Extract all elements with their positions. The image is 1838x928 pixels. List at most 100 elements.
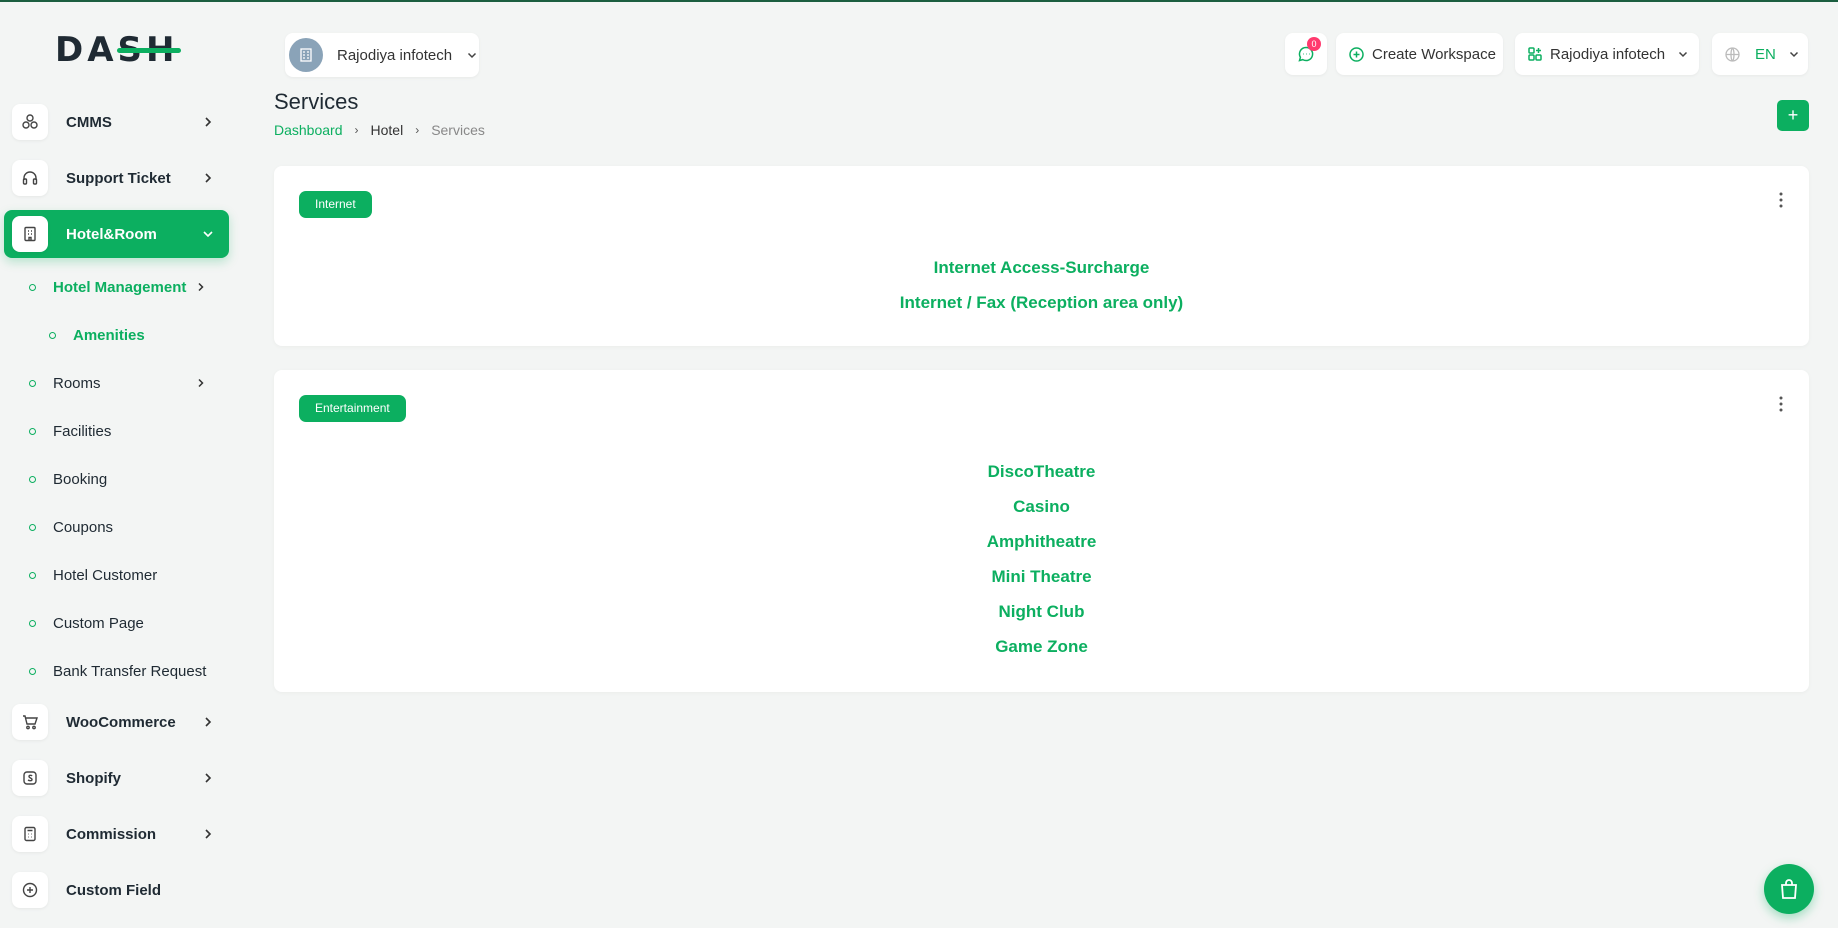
messages-button[interactable]: 0 <box>1285 33 1327 75</box>
chevron-right-icon <box>205 117 212 127</box>
plus-circle-icon <box>1349 46 1364 62</box>
more-options-icon[interactable] <box>1779 192 1783 208</box>
chevron-right-icon <box>198 282 204 292</box>
create-workspace-label: Create Workspace <box>1372 45 1496 63</box>
sidebar-item-label: Support Ticket <box>66 169 171 187</box>
language-label: EN <box>1755 45 1776 63</box>
sidebar-item-label: CMMS <box>66 113 112 131</box>
user-workspace-label: Rajodiya infotech <box>1550 45 1666 63</box>
page-title: Services <box>274 89 359 114</box>
brand-logo[interactable]: DASH <box>55 32 185 68</box>
sidebar-item-shopify[interactable]: Shopify <box>4 754 229 802</box>
sidebar-item-label: Hotel&Room <box>66 225 157 243</box>
service-item: Game Zone <box>995 637 1088 656</box>
sidebar-item-commission[interactable]: Commission <box>4 810 229 858</box>
sidebar-sub-label: Coupons <box>53 518 114 536</box>
headset-icon <box>12 160 48 196</box>
logo-accent-bar <box>117 48 181 53</box>
service-item: Internet Access-Surcharge <box>933 258 1150 277</box>
sidebar: DASH CMMS Support Ticket Hotel&Room Hote… <box>0 2 232 928</box>
user-workspace-dropdown[interactable]: Rajodiya infotech <box>1515 33 1699 75</box>
sidebar-sub-label: Custom Page <box>53 614 144 632</box>
category-tag: Entertainment <box>299 395 406 422</box>
more-options-icon[interactable] <box>1779 396 1783 412</box>
service-card-entertainment: Entertainment DiscoTheatre Casino Amphit… <box>274 370 1809 692</box>
shopify-icon <box>12 760 48 796</box>
workspace-switcher[interactable]: Rajodiya infotech <box>285 33 479 77</box>
sidebar-sub-label: Hotel Customer <box>53 566 158 584</box>
sidebar-sub-facilities[interactable]: Facilities <box>0 416 225 446</box>
service-item: Internet / Fax (Reception area only) <box>899 293 1184 312</box>
sidebar-sub-rooms[interactable]: Rooms <box>0 368 225 398</box>
chevron-down-icon <box>203 231 213 238</box>
sidebar-item-label: WooCommerce <box>66 713 176 731</box>
bullet-dot-icon <box>29 619 36 627</box>
service-item: DiscoTheatre <box>987 462 1096 481</box>
sidebar-item-cmms[interactable]: CMMS <box>4 98 229 146</box>
workspace-name: Rajodiya infotech <box>337 46 453 64</box>
apps-grid-icon <box>1528 47 1542 61</box>
chevron-right-icon <box>198 378 204 388</box>
floating-cart-button[interactable] <box>1764 864 1814 914</box>
chevron-right-icon <box>205 829 212 839</box>
globe-icon <box>1725 46 1740 62</box>
breadcrumb-current: Services <box>431 122 485 138</box>
chevron-down-icon <box>468 52 477 59</box>
notification-badge: 0 <box>1307 37 1321 51</box>
service-item: Casino <box>1013 497 1070 516</box>
breadcrumb-separator-icon: › <box>415 123 420 137</box>
sidebar-sub-coupons[interactable]: Coupons <box>0 512 225 542</box>
sidebar-item-label: Shopify <box>66 769 121 787</box>
breadcrumb: Dashboard › Hotel › Services <box>274 122 485 138</box>
building-icon <box>12 216 48 252</box>
sidebar-sub-label: Amenities <box>73 326 145 344</box>
chevron-right-icon <box>205 773 212 783</box>
service-list: DiscoTheatre Casino Amphitheatre Mini Th… <box>274 454 1809 664</box>
service-item: Night Club <box>998 602 1085 621</box>
sidebar-item-woocommerce[interactable]: WooCommerce <box>4 698 229 746</box>
shopping-bag-icon <box>1781 879 1797 899</box>
bullet-dot-icon <box>29 667 36 675</box>
sidebar-sub-label: Facilities <box>53 422 112 440</box>
sidebar-sub-hotel-customer[interactable]: Hotel Customer <box>0 560 225 590</box>
create-workspace-button[interactable]: Create Workspace <box>1336 33 1503 75</box>
sidebar-item-support-ticket[interactable]: Support Ticket <box>4 154 229 202</box>
sidebar-sub-label: Booking <box>53 470 108 488</box>
sidebar-sub-label: Rooms <box>53 374 101 392</box>
sidebar-sub-hotel-management[interactable]: Hotel Management <box>0 272 225 302</box>
breadcrumb-hotel[interactable]: Hotel <box>371 122 404 138</box>
sidebar-sub-label: Bank Transfer Request <box>53 662 207 680</box>
bullet-dot-icon <box>29 475 36 483</box>
language-selector[interactable]: EN <box>1712 33 1808 75</box>
sidebar-sub-custom-page[interactable]: Custom Page <box>0 608 225 638</box>
service-card-internet: Internet Internet Access-Surcharge Inter… <box>274 166 1809 346</box>
bullet-dot-icon <box>29 283 36 291</box>
chevron-right-icon <box>205 173 212 183</box>
chevron-down-icon <box>1789 51 1798 58</box>
breadcrumb-dashboard-link[interactable]: Dashboard <box>274 122 343 138</box>
bullet-dot-icon <box>29 379 36 387</box>
sidebar-item-hotel-room[interactable]: Hotel&Room <box>4 210 229 258</box>
category-tag: Internet <box>299 191 372 218</box>
sidebar-sub-amenities[interactable]: Amenities <box>0 320 225 350</box>
service-item: Amphitheatre <box>986 532 1097 551</box>
calculator-icon <box>12 816 48 852</box>
workspace-avatar <box>289 38 323 72</box>
sidebar-sub-booking[interactable]: Booking <box>0 464 225 494</box>
bullet-dot-icon <box>29 427 36 435</box>
sidebar-item-label: Commission <box>66 825 157 843</box>
service-list: Internet Access-Surcharge Internet / Fax… <box>274 250 1809 320</box>
bullet-dot-icon <box>29 523 36 531</box>
chevron-down-icon <box>1679 51 1688 58</box>
bullet-dot-icon <box>49 331 56 339</box>
breadcrumb-separator-icon: › <box>354 123 359 137</box>
sidebar-sub-label: Hotel Management <box>53 278 187 296</box>
sidebar-item-label: Custom Field <box>66 881 162 899</box>
service-item: Mini Theatre <box>991 567 1092 586</box>
chevron-right-icon <box>205 717 212 727</box>
sidebar-sub-bank-transfer-request[interactable]: Bank Transfer Request <box>0 656 225 686</box>
add-service-button[interactable]: + <box>1777 100 1809 131</box>
bullet-dot-icon <box>29 571 36 579</box>
plus-circle-icon <box>12 872 48 908</box>
sidebar-item-custom-field[interactable]: Custom Field <box>4 866 229 914</box>
